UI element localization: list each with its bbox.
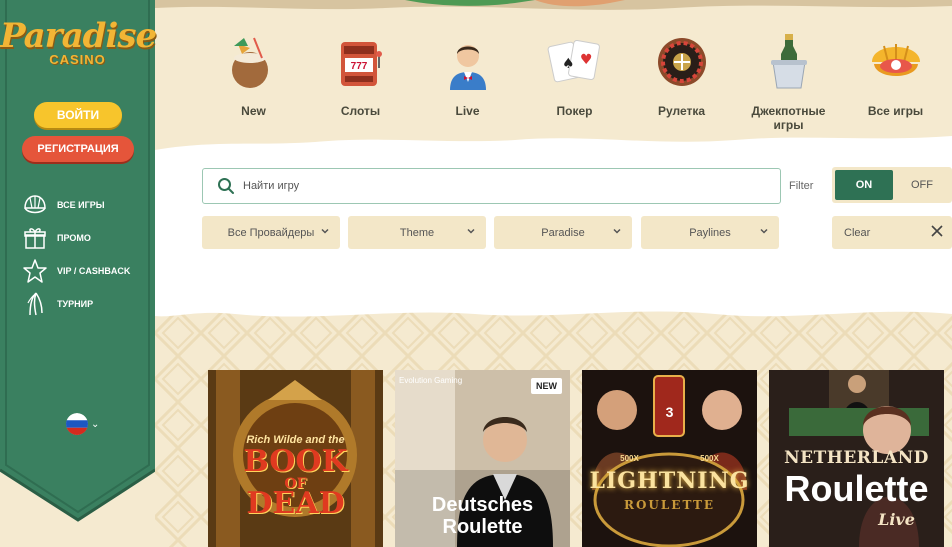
sidebar-item-promo[interactable]: ПРОМО [22, 221, 130, 254]
game-title-line: ROULETTE [623, 498, 716, 512]
svg-text:777: 777 [350, 61, 367, 72]
gift-icon [24, 227, 46, 249]
sidebar: Paradise CASINO ВОЙТИ РЕГИСТРАЦИЯ ВСЕ ИГ… [0, 0, 157, 547]
casino-logo[interactable]: Paradise CASINO [0, 16, 157, 67]
register-button[interactable]: РЕГИСТРАЦИЯ [22, 136, 134, 162]
dealer-icon [449, 45, 486, 90]
sidebar-item-label: VIP / CASHBACK [57, 265, 131, 276]
dropdown-label: Theme [399, 226, 435, 239]
category-label: New [241, 104, 266, 118]
svg-text:♥: ♥ [580, 52, 593, 68]
category-label: Все игры [867, 104, 924, 118]
coconut-cocktail-icon [231, 37, 268, 88]
game-title-line: DEAD [246, 486, 345, 521]
starfish-icon [23, 258, 47, 283]
filter-label: Filter [789, 180, 814, 192]
sidebar-nav: ВСЕ ИГРЫ ПРОМО VIP / CASHBACK ТУРНИР [22, 188, 130, 320]
filter-toggle[interactable]: ON OFF [832, 167, 952, 203]
svg-text:♠: ♠ [562, 56, 575, 72]
chevron-down-icon [760, 228, 768, 234]
game-title-line: Deutsches [431, 494, 534, 516]
pearl-shell-icon [871, 44, 920, 76]
game-title-line: Roulette [784, 468, 929, 509]
game-title-line: Live [878, 510, 915, 529]
category-roulette[interactable]: Рулетка [628, 28, 735, 128]
category-live[interactable]: Live [414, 28, 521, 128]
game-title-line: BOOK [243, 444, 348, 479]
champagne-bucket-icon [770, 34, 807, 89]
dropdown-label: Все Провайдеры [227, 226, 315, 239]
providers-dropdown[interactable]: Все Провайдеры [202, 216, 340, 249]
dropdown-label: Paradise [541, 226, 585, 239]
category-poker[interactable]: ♠ ♥ Покер [521, 28, 628, 128]
sidebar-item-label: ТУРНИР [57, 298, 94, 309]
chevron-down-icon [613, 228, 621, 234]
theme-dropdown[interactable]: Theme [348, 216, 486, 249]
search-icon [218, 178, 234, 194]
category-jackpot[interactable]: Джекпотные игры [735, 28, 842, 132]
close-icon [931, 225, 943, 237]
provider-label: Evolution Gaming [399, 376, 463, 385]
roulette-wheel-icon [657, 38, 706, 86]
category-label: Слоты [340, 104, 381, 118]
chevron-down-icon: ⌄ [91, 418, 100, 430]
game-tile-book-of-dead[interactable]: Rich Wilde and the BOOK OF DEAD [208, 370, 383, 547]
russia-flag-icon [66, 413, 88, 435]
language-selector[interactable]: ⌄ [66, 413, 99, 435]
sidebar-item-label: ПРОМО [57, 232, 91, 243]
category-all-games[interactable]: Все игры [842, 28, 949, 128]
game-tile-lightning-roulette[interactable]: 3 500X 500X LIGHTNING ROULETTE [582, 370, 757, 547]
sidebar-item-all-games[interactable]: ВСЕ ИГРЫ [22, 188, 130, 221]
game-multiplier-label: 3 [665, 404, 674, 420]
sidebar-item-vip[interactable]: VIP / CASHBACK [22, 254, 130, 287]
category-slots[interactable]: 777 Слоты [307, 28, 414, 128]
chevron-down-icon [467, 228, 475, 234]
game-tile-netherland-roulette[interactable]: NETHERLAND Roulette Live [769, 370, 944, 547]
paylines-dropdown[interactable]: Paylines [641, 216, 779, 249]
slot-machine-icon: 777 [340, 42, 382, 86]
toggle-off[interactable]: OFF [893, 179, 951, 191]
chevron-down-icon [321, 228, 329, 234]
top-decor-strip [155, 0, 952, 10]
dropdown-label: Paylines [689, 226, 731, 239]
search-box[interactable] [202, 168, 781, 204]
category-label: Рулетка [657, 104, 706, 118]
game-multiplier-label: 500X [700, 454, 719, 463]
toggle-on[interactable]: ON [835, 170, 893, 200]
logo-wordmark: Paradise [0, 16, 157, 56]
shell-icon [24, 194, 46, 213]
category-bar: New 777 Слоты Live ♠ ♥ Покер Рулетка Дже… [200, 28, 950, 132]
game-title-line: NETHERLAND [784, 448, 929, 468]
paradise-dropdown[interactable]: Paradise [494, 216, 632, 249]
clear-filters-button[interactable]: Clear [832, 216, 952, 249]
game-title-line: Roulette [442, 516, 523, 538]
clear-label: Clear [844, 226, 871, 239]
sidebar-item-label: ВСЕ ИГРЫ [57, 199, 105, 210]
sidebar-item-tournament[interactable]: ТУРНИР [22, 287, 130, 320]
login-button[interactable]: ВОЙТИ [34, 102, 122, 128]
search-input[interactable] [243, 180, 723, 192]
category-label: Live [455, 104, 480, 118]
category-label: Покер [556, 104, 593, 118]
palm-leaf-icon [27, 291, 43, 315]
game-tile-deutsches-roulette[interactable]: Evolution Gaming NEW Deutsches Roulette [395, 370, 570, 547]
new-badge: NEW [531, 378, 562, 394]
category-new[interactable]: New [200, 28, 307, 128]
game-title-line: LIGHTNING [589, 468, 750, 494]
playing-cards-icon: ♠ ♥ [547, 39, 600, 83]
